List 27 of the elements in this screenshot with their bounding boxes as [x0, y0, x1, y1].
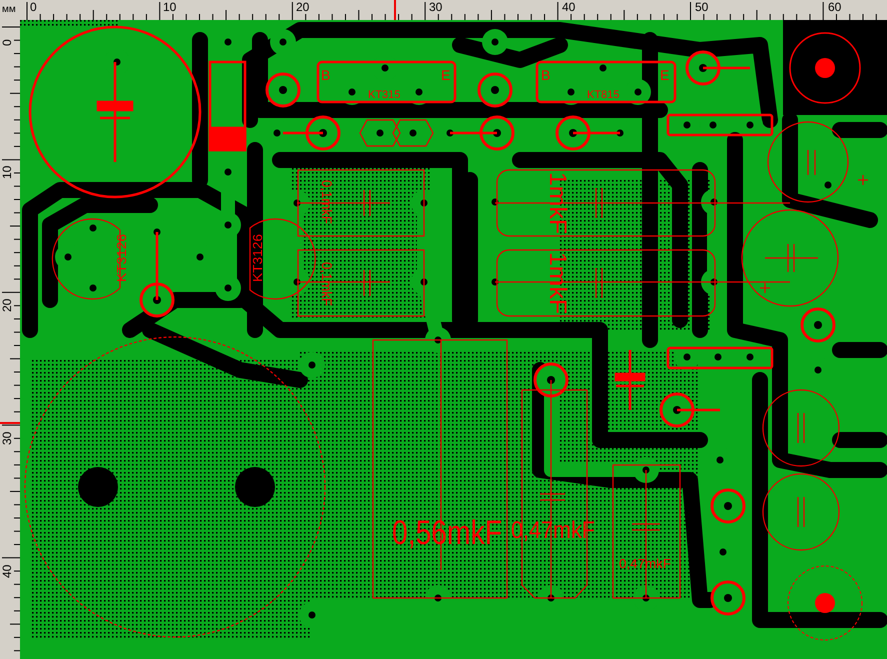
cursor-marker	[394, 0, 396, 20]
silkscreen-label: 0,1mkF	[319, 262, 335, 309]
silkscreen-label: E	[441, 67, 450, 83]
silkscreen-label: KT815	[587, 89, 620, 101]
silkscreen-label: KT315	[368, 89, 400, 101]
ruler-label: 0	[30, 1, 37, 13]
ruler-label: 0	[1, 39, 13, 46]
ruler-label: 40	[562, 1, 576, 13]
ruler-label: 10	[1, 166, 13, 179]
silkscreen-label: 1mkF	[544, 252, 571, 312]
ruler-label: 30	[1, 432, 13, 445]
ruler-label: 20	[296, 1, 310, 13]
ruler-label: 40	[1, 564, 13, 578]
ruler-label: 10	[163, 1, 176, 13]
silkscreen-label: E	[660, 67, 670, 83]
silkscreen-label: B	[541, 67, 550, 83]
cursor-marker	[0, 422, 20, 424]
ruler-label: 20	[1, 298, 13, 312]
silkscreen-label: KT3126	[250, 236, 265, 282]
silkscreen-label: KT3126	[114, 236, 129, 282]
silkscreen-label: B	[321, 67, 330, 83]
ruler-label: 60	[828, 1, 842, 13]
silkscreen-label: 0,1mkF	[319, 180, 335, 227]
ruler-label: 50	[695, 1, 708, 13]
ruler-label: 30	[429, 1, 442, 13]
silkscreen-label: 1mkF	[544, 172, 571, 232]
ruler-unit-label: мм	[1, 3, 17, 17]
